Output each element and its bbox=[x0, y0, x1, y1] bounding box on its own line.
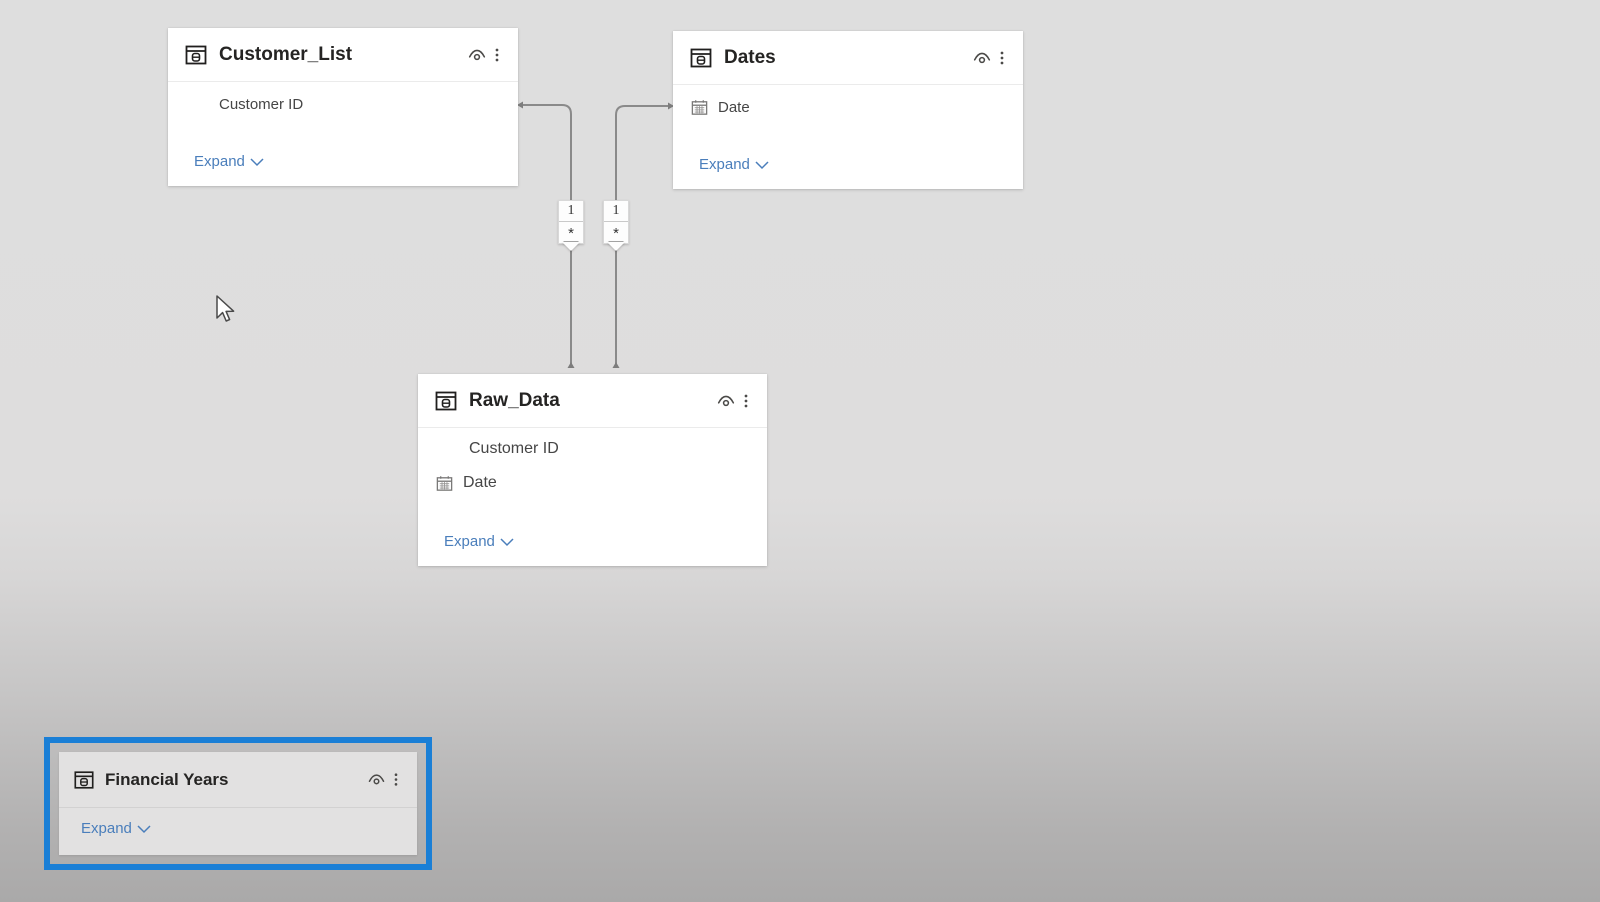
table-icon bbox=[435, 391, 457, 410]
table-header-actions bbox=[366, 769, 405, 790]
hide-eye-icon[interactable] bbox=[715, 390, 737, 412]
field-name: Customer ID bbox=[219, 95, 304, 113]
chevron-down-icon bbox=[250, 157, 264, 166]
cardinality-badge-dates[interactable]: 1 * bbox=[603, 200, 629, 251]
more-options-icon[interactable] bbox=[737, 390, 755, 412]
table-card-header[interactable]: Dates bbox=[673, 31, 1023, 85]
table-card-financial-years[interactable]: Financial Years Expand bbox=[44, 737, 432, 870]
table-title: Financial Years bbox=[105, 769, 229, 789]
table-header-actions bbox=[971, 47, 1011, 69]
field-name: Date bbox=[463, 474, 497, 491]
cardinality-one: 1 bbox=[559, 201, 583, 222]
hide-eye-icon[interactable] bbox=[366, 769, 387, 790]
cardinality-badge-customer-list[interactable]: 1 * bbox=[558, 200, 584, 251]
cardinality-many: * bbox=[613, 225, 619, 242]
table-title: Dates bbox=[724, 46, 776, 68]
more-options-icon[interactable] bbox=[387, 769, 405, 790]
expand-button[interactable]: Expand bbox=[444, 533, 514, 550]
table-card-customer-list[interactable]: Customer_List Customer ID Expand bbox=[168, 28, 518, 186]
mouse-pointer bbox=[216, 295, 235, 322]
chevron-down-icon bbox=[500, 537, 514, 546]
chevron-down-icon bbox=[137, 824, 151, 833]
calendar-icon bbox=[435, 474, 454, 493]
table-icon bbox=[185, 45, 207, 64]
table-header-actions bbox=[715, 390, 755, 412]
table-card-header[interactable]: Customer_List bbox=[168, 28, 518, 82]
cardinality-one: 1 bbox=[604, 201, 628, 222]
expand-label: Expand bbox=[81, 820, 132, 837]
table-icon bbox=[690, 48, 712, 67]
table-card-body: Customer ID bbox=[418, 436, 767, 496]
field-name: Customer ID bbox=[469, 440, 559, 457]
table-card-header[interactable]: Financial Years bbox=[59, 752, 417, 808]
table-card-raw-data[interactable]: Raw_Data Customer ID Date Expand bbox=[418, 374, 767, 566]
field-row[interactable]: Customer ID bbox=[418, 436, 767, 462]
table-card-body: Customer ID bbox=[168, 91, 518, 117]
expand-button[interactable]: Expand bbox=[81, 820, 151, 837]
expand-button[interactable]: Expand bbox=[194, 153, 264, 170]
field-row[interactable]: Date bbox=[673, 94, 1023, 120]
cross-filter-arrow bbox=[607, 242, 625, 251]
more-options-icon[interactable] bbox=[993, 47, 1011, 69]
expand-label: Expand bbox=[699, 156, 750, 173]
table-card-body: Date bbox=[673, 94, 1023, 120]
chevron-down-icon bbox=[755, 160, 769, 169]
table-icon bbox=[74, 770, 94, 789]
field-row[interactable]: Customer ID bbox=[168, 91, 518, 117]
field-name: Date bbox=[718, 98, 750, 116]
table-title: Customer_List bbox=[219, 43, 353, 65]
expand-button[interactable]: Expand bbox=[699, 156, 769, 173]
field-row[interactable]: Date bbox=[418, 470, 767, 496]
calendar-icon bbox=[690, 98, 709, 117]
expand-label: Expand bbox=[444, 533, 495, 550]
table-card-inner: Financial Years Expand bbox=[59, 752, 417, 855]
hide-eye-icon[interactable] bbox=[466, 44, 488, 66]
table-card-header[interactable]: Raw_Data bbox=[418, 374, 767, 428]
table-header-actions bbox=[466, 44, 506, 66]
table-title: Raw_Data bbox=[469, 389, 560, 411]
table-card-dates[interactable]: Dates Date Expand bbox=[673, 31, 1023, 189]
expand-label: Expand bbox=[194, 153, 245, 170]
hide-eye-icon[interactable] bbox=[971, 47, 993, 69]
cardinality-many: * bbox=[568, 225, 574, 242]
more-options-icon[interactable] bbox=[488, 44, 506, 66]
cross-filter-arrow bbox=[562, 242, 580, 251]
model-view-canvas[interactable]: Customer_List Customer ID Expand Dates D… bbox=[0, 0, 1600, 902]
